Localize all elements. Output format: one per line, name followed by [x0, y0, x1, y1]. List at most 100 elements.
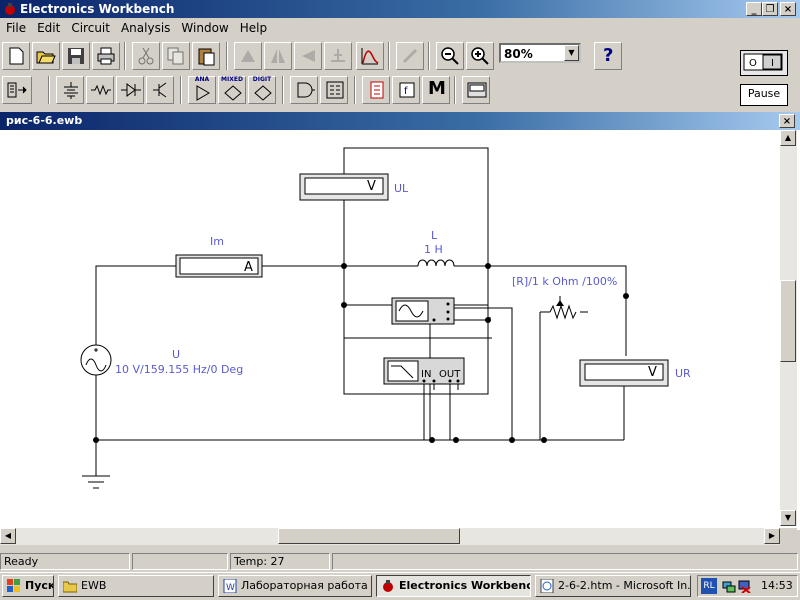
scroll-left-arrow-icon[interactable]: ◀	[0, 528, 16, 544]
scroll-down-arrow-icon[interactable]: ▼	[780, 510, 796, 526]
diode-icon	[121, 83, 141, 97]
voltmeter-ur-display: V	[648, 365, 657, 380]
component-properties-button[interactable]	[324, 42, 352, 70]
new-button[interactable]	[2, 42, 30, 70]
status-ready: Ready	[0, 553, 130, 570]
svg-text:I: I	[771, 58, 774, 69]
scissors-icon	[138, 47, 154, 65]
close-button[interactable]: ×	[780, 2, 796, 16]
graph-icon	[361, 48, 379, 65]
miscellaneous-bin-button[interactable]: M	[422, 76, 450, 104]
favorites-bin-button[interactable]	[2, 76, 32, 104]
menu-file[interactable]: File	[0, 18, 31, 35]
instrument-icon	[467, 82, 487, 98]
inductor-coil	[417, 259, 455, 267]
source-value: 10 V/159.155 Hz/0 Deg	[115, 363, 244, 376]
open-button[interactable]	[32, 42, 60, 70]
menu-window[interactable]: Window	[175, 18, 233, 35]
ammeter-display: A	[244, 260, 253, 275]
digital-bin-button[interactable]	[320, 76, 348, 104]
bode-out-label: OUT	[439, 369, 461, 380]
help-button[interactable]: ?	[594, 42, 622, 70]
power-switch[interactable]: OI	[740, 50, 788, 76]
document-title: рис-6-6.ewb	[6, 114, 83, 127]
paste-button[interactable]	[192, 42, 220, 70]
controls-bin-button[interactable]: f	[392, 76, 420, 104]
indicator-icon	[370, 81, 384, 99]
mixed-ics-bin-button[interactable]: MIXED	[218, 76, 246, 104]
new-file-icon	[9, 47, 24, 65]
transistors-bin-button[interactable]	[146, 76, 174, 104]
document-title-bar[interactable]: рис-6-6.ewb ×	[0, 112, 800, 130]
paste-clipboard-icon	[198, 48, 215, 66]
start-button[interactable]: Пуск	[2, 575, 54, 597]
indicators-bin-button[interactable]	[362, 76, 390, 104]
digital-ics-bin-button[interactable]: DIGIT	[248, 76, 276, 104]
power-switch-icon: OI	[743, 53, 783, 71]
printer-icon	[97, 47, 115, 65]
toolbar-separator	[282, 76, 284, 104]
ewb-app-icon	[5, 3, 15, 15]
voltmeter-ul-label: UL	[394, 182, 409, 195]
horizontal-scroll-thumb[interactable]	[278, 528, 460, 544]
component-properties-icon	[331, 49, 345, 62]
save-disk-icon	[68, 48, 84, 64]
task-ewb-folder[interactable]: EWB	[58, 575, 214, 597]
diodes-bin-button[interactable]	[116, 76, 144, 104]
zoom-in-button[interactable]	[466, 42, 494, 70]
toolbar-separator	[48, 76, 50, 104]
print-button[interactable]	[92, 42, 120, 70]
flip-vertical-icon	[302, 50, 315, 62]
sources-bin-button[interactable]	[56, 76, 84, 104]
ammeter-label: Im	[210, 235, 224, 248]
menu-bar: File Edit Circuit Analysis Window Help	[0, 18, 800, 38]
document-close-button[interactable]: ×	[779, 114, 795, 128]
rotate-icon	[241, 50, 255, 62]
main-toolbar: ? OI	[0, 40, 800, 76]
flip-vertical-button[interactable]	[294, 42, 322, 70]
disconnected-network-icon[interactable]	[738, 579, 752, 593]
flip-horizontal-button[interactable]	[264, 42, 292, 70]
task-lab-work[interactable]: W Лабораторная работа ...	[218, 575, 372, 597]
create-subcircuit-button[interactable]	[356, 42, 384, 70]
task-electronics-workbench[interactable]: Electronics Workbench	[376, 575, 531, 597]
folder-icon	[63, 581, 77, 593]
wire-tool-button[interactable]	[396, 42, 424, 70]
network-icon[interactable]	[722, 579, 736, 593]
html-page-icon	[540, 579, 554, 593]
zoom-select[interactable]: 80% ▼	[499, 43, 581, 63]
horizontal-scrollbar[interactable]: ◀ ▶	[0, 528, 780, 545]
status-bar: Ready Temp: 27	[0, 552, 800, 572]
svg-text:f: f	[404, 86, 408, 97]
logic-gates-bin-button[interactable]	[290, 76, 318, 104]
task-internet-explorer[interactable]: 2-6-2.htm - Microsoft In...	[535, 575, 691, 597]
vertical-scrollbar[interactable]: ▲ ▼	[780, 130, 797, 526]
ac-source-symbol	[80, 344, 112, 376]
zoom-out-button[interactable]	[436, 42, 464, 70]
minimize-button[interactable]: _	[746, 2, 762, 16]
copy-button[interactable]	[162, 42, 190, 70]
language-indicator[interactable]: RL	[701, 578, 717, 594]
zoom-in-icon	[471, 47, 489, 65]
rotate-button[interactable]	[234, 42, 262, 70]
app-title-bar[interactable]: Electronics Workbench _ ❐ ×	[0, 0, 800, 18]
menu-analysis[interactable]: Analysis	[115, 18, 175, 35]
toolbar-separator	[354, 76, 356, 104]
vertical-scroll-thumb[interactable]	[780, 280, 796, 362]
basic-bin-button[interactable]	[86, 76, 114, 104]
analog-ics-bin-button[interactable]: ANA	[188, 76, 216, 104]
scroll-right-arrow-icon[interactable]: ▶	[764, 528, 780, 544]
scroll-up-arrow-icon[interactable]: ▲	[780, 130, 796, 146]
mixed-label: MIXED	[221, 76, 243, 83]
opamp-icon	[196, 85, 210, 101]
dropdown-arrow-icon[interactable]: ▼	[564, 45, 579, 61]
save-button[interactable]	[62, 42, 90, 70]
cut-button[interactable]	[132, 42, 160, 70]
restore-button[interactable]: ❐	[762, 2, 778, 16]
pause-button[interactable]: Pause	[740, 84, 788, 106]
menu-help[interactable]: Help	[234, 18, 272, 35]
instruments-bin-button[interactable]	[462, 76, 490, 104]
menu-circuit[interactable]: Circuit	[65, 18, 115, 35]
status-empty-pane	[132, 553, 228, 570]
menu-edit[interactable]: Edit	[31, 18, 65, 35]
